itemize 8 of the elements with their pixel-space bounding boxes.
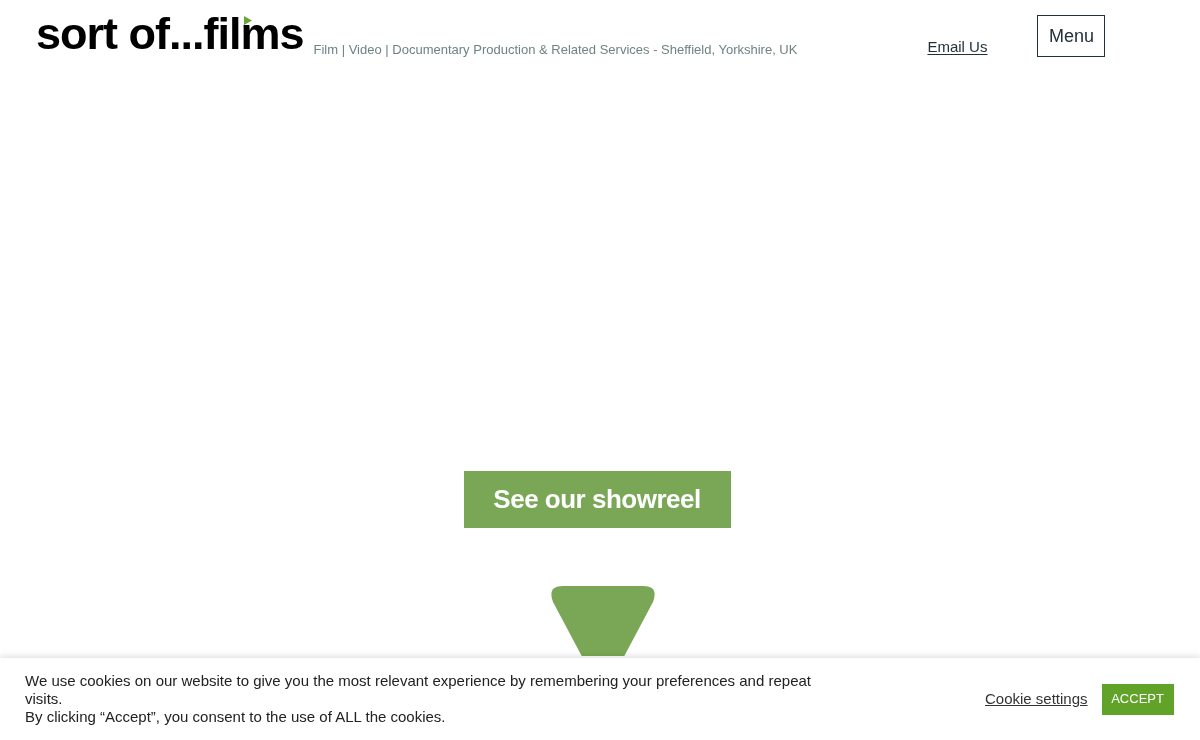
menu-button[interactable]: Menu: [1037, 15, 1106, 57]
scroll-down-icon[interactable]: [549, 586, 657, 656]
email-link[interactable]: Email Us: [927, 36, 988, 59]
cookie-settings-link[interactable]: Cookie settings: [985, 687, 1088, 711]
play-icon: [244, 16, 252, 25]
tagline-text: Film | Video | Documentary Production & Related Services - Sheffield, Yorkshire, UK: [313, 41, 798, 59]
cookie-message: We use cookies on our website to give you the most relevant experience by remembering your preferences and repeat visits. By clicking “Accept”, you consent to the use of ALL the cookies.: [25, 672, 812, 726]
logo-text[interactable]: sort of...films: [36, 6, 304, 62]
